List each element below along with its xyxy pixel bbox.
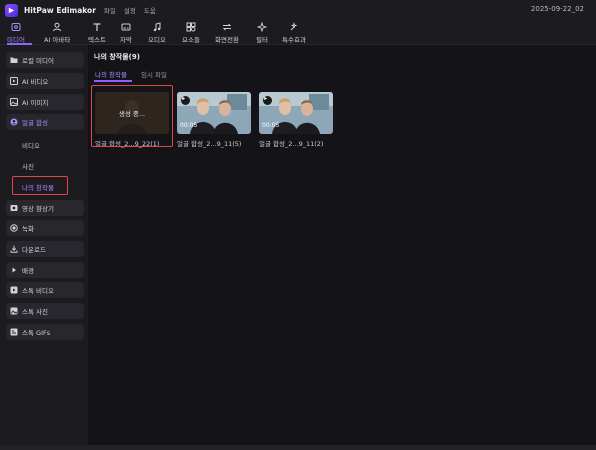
sidebar-item-stock-photo[interactable]: 스톡 사진 bbox=[6, 303, 84, 319]
face-swap-icon bbox=[9, 118, 18, 127]
ai-image-icon bbox=[9, 98, 18, 107]
sidebar-item-stock-video[interactable]: 스톡 비디오 bbox=[6, 282, 84, 298]
transition-icon bbox=[221, 22, 232, 32]
tab-temp-files[interactable]: 임시 파일 bbox=[141, 69, 167, 79]
stock-video-icon bbox=[9, 286, 18, 295]
menu-help[interactable]: 도움 bbox=[144, 5, 156, 15]
enhancer-icon bbox=[9, 204, 18, 213]
sidebar-item-download[interactable]: 다운로드 bbox=[6, 241, 84, 257]
sidebar-item-background[interactable]: 배경 bbox=[6, 262, 84, 278]
tab-my-creations[interactable]: 나의 창작물 bbox=[95, 69, 127, 79]
menu-settings[interactable]: 설정 bbox=[124, 5, 136, 15]
ai-video-icon bbox=[9, 77, 18, 86]
background-icon bbox=[9, 266, 18, 275]
tab-media[interactable]: 미디어 bbox=[7, 22, 25, 44]
app-logo-icon bbox=[5, 3, 18, 17]
download-icon bbox=[9, 245, 18, 254]
play-icon[interactable] bbox=[263, 96, 272, 105]
record-icon bbox=[9, 224, 18, 233]
tab-audio[interactable]: 오디오 bbox=[148, 22, 166, 44]
sidebar-item-stock-gifs[interactable]: 스톡 GIFs bbox=[6, 324, 84, 340]
tab-ai-avatar[interactable]: AI 아바타 bbox=[44, 22, 70, 44]
tab-elements[interactable]: 요소들 bbox=[182, 22, 200, 44]
sidebar-subitem-photo[interactable]: 사진 bbox=[22, 161, 34, 171]
tab-subtitle[interactable]: 자막 bbox=[120, 22, 132, 44]
folder-icon bbox=[9, 56, 18, 65]
sidebar-subitem-video[interactable]: 비디오 bbox=[22, 140, 40, 150]
avatar-icon bbox=[52, 22, 63, 32]
menu-file[interactable]: 파일 bbox=[104, 5, 116, 15]
bottom-panel-edge bbox=[0, 445, 596, 450]
effects-icon bbox=[288, 22, 299, 32]
media-icon bbox=[10, 22, 21, 32]
media-sidebar: 로컬 미디어 AI 비디오 AI 이미지 얼굴 합성 비디오 사진 나의 창작물… bbox=[0, 45, 89, 445]
media-card-label: 얼굴 합성_2...9_11(5) bbox=[177, 140, 242, 148]
elements-icon bbox=[185, 22, 196, 32]
tab-transition[interactable]: 화면전환 bbox=[215, 22, 239, 44]
audio-icon bbox=[151, 22, 162, 32]
text-icon bbox=[91, 22, 102, 32]
tab-text[interactable]: 텍스트 bbox=[88, 22, 106, 44]
main-panel: 나의 창작물(9) 나의 창작물 임시 파일 생성 중... 얼굴 합성_2..… bbox=[90, 45, 596, 445]
sidebar-item-local-media[interactable]: 로컬 미디어 bbox=[6, 52, 84, 68]
app-title: HitPaw Edimakor bbox=[24, 5, 96, 15]
generating-card-highlight-box bbox=[91, 85, 173, 147]
subtitle-icon bbox=[120, 22, 131, 32]
media-card-label: 얼굴 합성_2...9_11(2) bbox=[259, 140, 324, 148]
media-card[interactable]: 00:05 얼굴 합성_2...9_11(5) bbox=[177, 92, 251, 148]
title-bar: HitPaw Edimakor 파일 설정 도움 2025-09-22_02 bbox=[0, 0, 596, 20]
tab-effects[interactable]: 특수효과 bbox=[282, 22, 306, 44]
sidebar-item-ai-video[interactable]: AI 비디오 bbox=[6, 73, 84, 89]
stock-photo-icon bbox=[9, 307, 18, 316]
tab-filter[interactable]: 필터 bbox=[256, 22, 268, 44]
video-duration: 00:05 bbox=[180, 122, 198, 129]
play-icon[interactable] bbox=[181, 96, 190, 105]
sidebar-item-ai-image[interactable]: AI 이미지 bbox=[6, 94, 84, 110]
media-thumbnail[interactable]: 00:05 bbox=[177, 92, 251, 134]
my-creations-highlight-box bbox=[12, 176, 68, 195]
top-toolbar: 미디어 AI 아바타 텍스트 자막 오디오 요소들 화면전환 필터 특수효과 bbox=[0, 20, 596, 45]
sidebar-item-face-swap[interactable]: 얼굴 합성 bbox=[6, 114, 84, 130]
sidebar-item-record[interactable]: 녹화 bbox=[6, 220, 84, 236]
media-thumbnail[interactable]: 00:05 bbox=[259, 92, 333, 134]
media-card[interactable]: 00:05 얼굴 합성_2...9_11(2) bbox=[259, 92, 333, 148]
video-duration: 00:05 bbox=[262, 122, 280, 129]
stock-gif-icon bbox=[9, 328, 18, 337]
project-date: 2025-09-22_02 bbox=[530, 5, 584, 13]
tab-underline bbox=[94, 80, 132, 82]
sidebar-item-video-enhancer[interactable]: 영상 향상기 bbox=[6, 200, 84, 216]
page-title: 나의 창작물(9) bbox=[94, 53, 140, 61]
filter-icon bbox=[256, 22, 267, 32]
